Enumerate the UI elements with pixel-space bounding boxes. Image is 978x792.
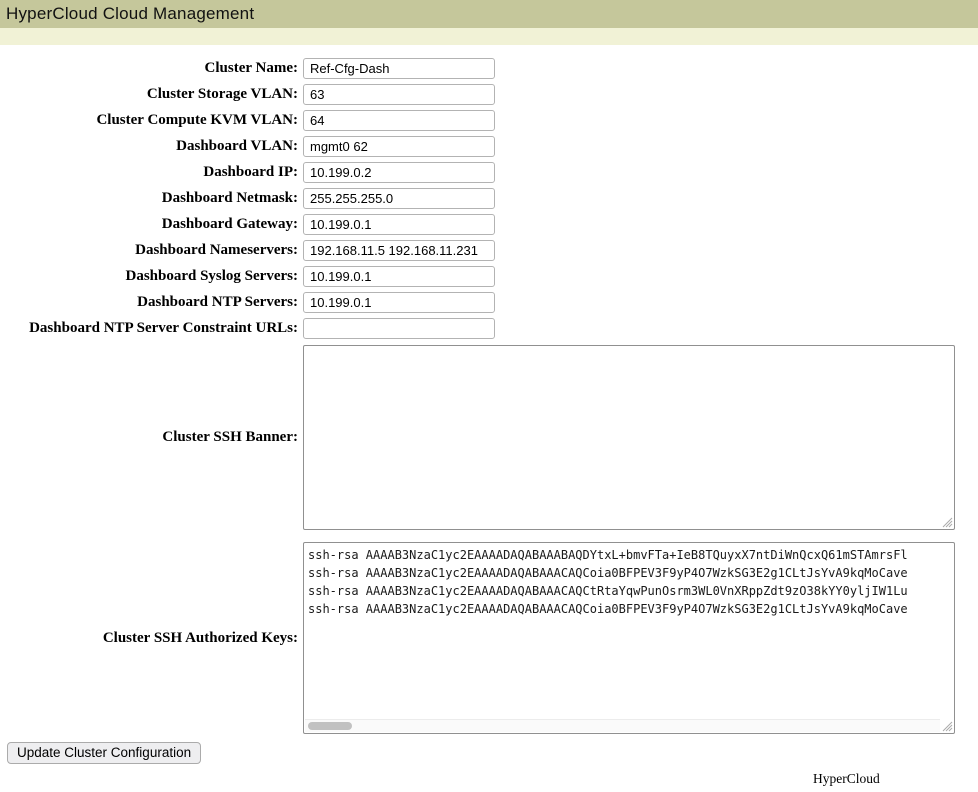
footer-brand: HyperCloud (813, 771, 978, 787)
field-row-storage-vlan: Cluster Storage VLAN: (0, 81, 978, 107)
cluster-storage-vlan-label: Cluster Storage VLAN: (0, 86, 298, 103)
ssh-banner-label: Cluster SSH Banner: (0, 429, 298, 446)
update-cluster-configuration-button[interactable]: Update Cluster Configuration (7, 742, 201, 764)
horizontal-scrollbar-thumb[interactable] (308, 722, 352, 730)
field-row-dashboard-nameservers: Dashboard Nameservers: (0, 237, 978, 263)
field-row-dashboard-vlan: Dashboard VLAN: (0, 133, 978, 159)
app-header: HyperCloud Cloud Management (0, 0, 978, 28)
dashboard-netmask-label: Dashboard Netmask: (0, 190, 298, 207)
page-title: HyperCloud Cloud Management (6, 4, 254, 24)
field-row-compute-kvm-vlan: Cluster Compute KVM VLAN: (0, 107, 978, 133)
dashboard-ntp-servers-input[interactable] (303, 292, 495, 313)
dashboard-gateway-label: Dashboard Gateway: (0, 216, 298, 233)
ssh-authorized-keys-box: ssh-rsa AAAAB3NzaC1yc2EAAAADAQABAAABAQDY… (303, 542, 955, 734)
ssh-banner-row: Cluster SSH Banner: (0, 345, 978, 530)
ssh-banner-textarea[interactable] (304, 346, 954, 529)
ssh-authorized-keys-label: Cluster SSH Authorized Keys: (0, 630, 298, 647)
field-row-ntp-constraint-urls: Dashboard NTP Server Constraint URLs: (0, 315, 978, 341)
dashboard-ip-input[interactable] (303, 162, 495, 183)
dashboard-netmask-input[interactable] (303, 188, 495, 209)
header-strip (0, 28, 978, 45)
ssh-authorized-keys-textarea[interactable]: ssh-rsa AAAAB3NzaC1yc2EAAAADAQABAAABAQDY… (304, 543, 954, 719)
resize-grip-icon[interactable] (940, 719, 953, 732)
field-row-dashboard-gateway: Dashboard Gateway: (0, 211, 978, 237)
ssh-banner-box (303, 345, 955, 530)
dashboard-gateway-input[interactable] (303, 214, 495, 235)
cluster-config-form: Cluster Name: Cluster Storage VLAN: Clus… (0, 45, 978, 764)
field-row-dashboard-ip: Dashboard IP: (0, 159, 978, 185)
ssh-keys-row: Cluster SSH Authorized Keys: ssh-rsa AAA… (0, 542, 978, 734)
field-row-dashboard-syslog-servers: Dashboard Syslog Servers: (0, 263, 978, 289)
cluster-name-input[interactable] (303, 58, 495, 79)
dashboard-ntp-constraint-urls-label: Dashboard NTP Server Constraint URLs: (0, 320, 298, 337)
cluster-compute-kvm-vlan-label: Cluster Compute KVM VLAN: (0, 112, 298, 129)
dashboard-ntp-servers-label: Dashboard NTP Servers: (0, 294, 298, 311)
dashboard-vlan-label: Dashboard VLAN: (0, 138, 298, 155)
cluster-storage-vlan-input[interactable] (303, 84, 495, 105)
submit-row: Update Cluster Configuration (0, 742, 978, 764)
dashboard-syslog-servers-label: Dashboard Syslog Servers: (0, 268, 298, 285)
dashboard-syslog-servers-input[interactable] (303, 266, 495, 287)
dashboard-ip-label: Dashboard IP: (0, 164, 298, 181)
resize-grip-icon[interactable] (940, 515, 953, 528)
cluster-name-label: Cluster Name: (0, 60, 298, 77)
horizontal-scrollbar[interactable] (305, 719, 953, 732)
cluster-compute-kvm-vlan-input[interactable] (303, 110, 495, 131)
dashboard-nameservers-input[interactable] (303, 240, 495, 261)
field-row-cluster-name: Cluster Name: (0, 55, 978, 81)
field-row-dashboard-netmask: Dashboard Netmask: (0, 185, 978, 211)
dashboard-ntp-constraint-urls-input[interactable] (303, 318, 495, 339)
dashboard-vlan-input[interactable] (303, 136, 495, 157)
field-row-dashboard-ntp-servers: Dashboard NTP Servers: (0, 289, 978, 315)
dashboard-nameservers-label: Dashboard Nameservers: (0, 242, 298, 259)
